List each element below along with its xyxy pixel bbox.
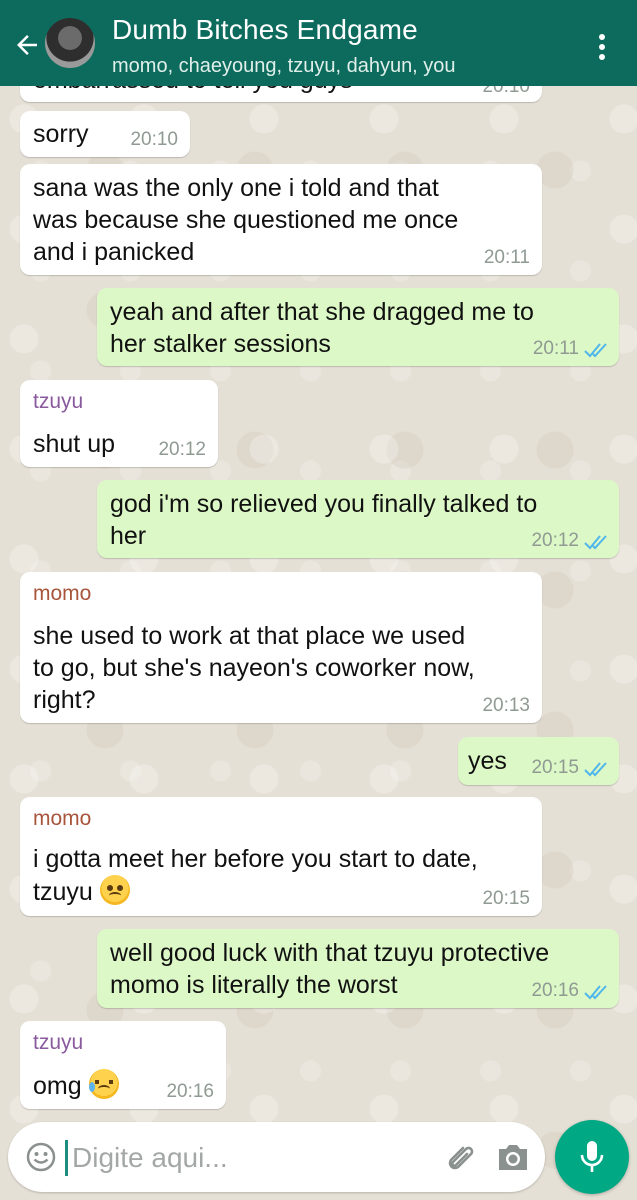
camera-icon[interactable] (495, 1140, 531, 1174)
message-text: yeah and after that she dragged me to he… (110, 298, 534, 358)
message-text: well good luck with that tzuyu protectiv… (110, 939, 550, 999)
message-text: tzuyu (33, 875, 130, 908)
message-time: 20:15 (482, 888, 530, 909)
message-time: 20:15 (531, 757, 579, 778)
message-bubble[interactable]: momo she used to work at that place we u… (20, 572, 542, 723)
sender-name: momo (33, 807, 92, 830)
text-caret (65, 1140, 68, 1176)
message-text: omg (33, 1069, 119, 1102)
message-text-part: tzuyu (33, 878, 93, 906)
paperclip-icon[interactable] (441, 1140, 477, 1176)
message-bubble[interactable]: tzuyu shut up 20:12 (20, 380, 218, 467)
message-time: 20:16 (531, 980, 579, 1001)
worried-face-emoji (88, 1069, 119, 1099)
message-text: yes (468, 747, 507, 775)
chat-header: Dumb Bitches Endgame momo, chaeyoung, tz… (0, 0, 637, 86)
more-vert-icon[interactable] (592, 32, 612, 62)
message-bubble[interactable]: momo i gotta meet her before you start t… (20, 797, 542, 916)
message-text: god i'm so relieved you finally talked t… (110, 490, 538, 550)
pouting-face-emoji (99, 875, 130, 905)
message-bubble[interactable]: tzuyu omg 20:16 (20, 1021, 226, 1109)
group-avatar[interactable] (45, 18, 95, 68)
message-time: 20:12 (531, 530, 579, 551)
message-time: 20:11 (483, 247, 530, 268)
read-ticks-icon (584, 535, 607, 550)
message-input[interactable]: Digite aqui... (72, 1140, 228, 1176)
message-time: 20:13 (482, 695, 530, 716)
message-composer[interactable]: Digite aqui... (8, 1122, 545, 1192)
read-ticks-icon (584, 985, 607, 1000)
message-text: sana was the only one i told and that wa… (33, 174, 459, 266)
message-bubble[interactable]: yes 20:15 (458, 737, 619, 785)
chat-members[interactable]: momo, chaeyoung, tzuyu, dahyun, you (112, 55, 456, 78)
message-text: she used to work at that place we used t… (33, 622, 475, 714)
chat-title[interactable]: Dumb Bitches Endgame (112, 14, 418, 46)
message-time: 20:11 (532, 338, 579, 359)
back-arrow-icon[interactable] (12, 30, 42, 60)
read-ticks-icon (584, 343, 607, 358)
message-time: 20:10 (130, 129, 178, 150)
message-time: 20:12 (158, 439, 206, 460)
sender-name: tzuyu (33, 1031, 84, 1054)
message-bubble[interactable]: sorry 20:10 (20, 111, 190, 157)
message-text: shut up (33, 430, 116, 458)
message-bubble[interactable]: yeah and after that she dragged me to he… (97, 288, 619, 366)
message-time: 20:16 (166, 1081, 214, 1102)
mic-button[interactable] (555, 1120, 629, 1194)
sender-name: tzuyu (33, 390, 84, 413)
message-text: i gotta meet her before you start to dat… (33, 845, 478, 873)
mic-icon (580, 1141, 604, 1172)
read-ticks-icon (584, 762, 607, 777)
smiley-icon[interactable] (26, 1142, 56, 1172)
message-bubble[interactable]: sana was the only one i told and that wa… (20, 164, 542, 275)
sender-name: momo (33, 582, 92, 605)
message-text-part: omg (33, 1072, 82, 1100)
message-bubble[interactable]: god i'm so relieved you finally talked t… (97, 480, 619, 558)
message-text: sorry (33, 120, 89, 148)
message-bubble[interactable]: well good luck with that tzuyu protectiv… (97, 929, 619, 1008)
